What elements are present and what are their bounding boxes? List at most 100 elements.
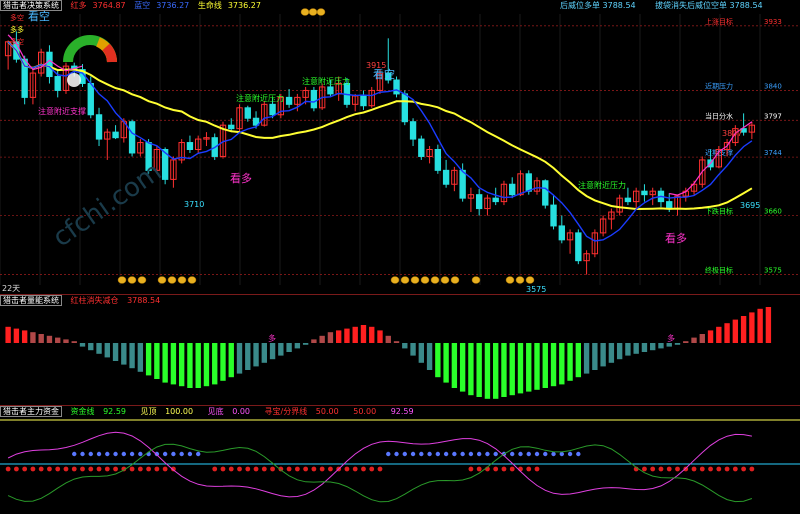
volume-bar <box>732 319 739 343</box>
level-value: 3575 <box>764 267 782 275</box>
volume-bar <box>327 332 334 343</box>
capital-red-dot <box>328 466 333 472</box>
kan-duo-label-right: 看多 <box>665 231 687 245</box>
price-peak: 3915 <box>366 61 386 70</box>
capital-blue-dot <box>419 451 424 457</box>
volume-bar <box>493 343 499 399</box>
capital-red-dot <box>80 466 85 472</box>
capital-red-dot <box>146 466 152 472</box>
capital-red-dot <box>30 466 36 472</box>
legend-3: 多空 <box>10 37 24 46</box>
coin-icon <box>308 8 318 16</box>
volume-bar <box>96 343 102 354</box>
capital-red-dot <box>96 466 102 472</box>
candle-body <box>624 197 632 203</box>
capital-blue-dot <box>493 451 498 457</box>
capital-red-dot <box>716 466 722 472</box>
volume-bar <box>385 335 391 343</box>
capital-red-dot <box>261 466 267 472</box>
capital-red-dot <box>724 466 730 472</box>
capital-red-dot <box>137 466 143 472</box>
capital-panel: 猎击者主力资金 资金线 92.59 见顶 100.00 见底 0.00 寻宝/分… <box>0 406 800 514</box>
capital-red-dot <box>509 466 515 472</box>
coin-icon <box>515 276 525 284</box>
capital-red-dot <box>303 466 309 472</box>
coin-icon <box>117 276 127 284</box>
volume-bar <box>360 325 367 343</box>
capital-red-dot <box>526 466 532 472</box>
candle-body <box>186 142 194 151</box>
coin-icon <box>390 276 400 284</box>
candle-body <box>360 95 367 107</box>
volume-bar <box>426 343 433 370</box>
capital-red-dot <box>38 466 44 472</box>
volume-bar <box>286 343 292 352</box>
capital-red-dot <box>493 466 499 472</box>
coin-icon <box>420 276 430 284</box>
level-value: 3840 <box>764 82 782 90</box>
volume-bar <box>435 343 441 378</box>
capital-blue-dot <box>179 451 184 457</box>
capital-blue-dot <box>394 451 399 457</box>
capital-blue-dot <box>576 451 581 457</box>
volume-bar <box>418 343 425 363</box>
note-3: 注意附近压力 <box>578 180 626 190</box>
candle-body <box>228 124 235 130</box>
volume-bar <box>137 343 144 372</box>
volume-bar <box>220 343 226 381</box>
candle-body <box>575 232 582 262</box>
capital-red-dot <box>245 466 251 472</box>
volume-panel: 猎击者量能系统 红柱消失减仓 3788.54 多 多 <box>0 295 800 405</box>
candle-body <box>285 96 293 105</box>
volume-bars <box>5 307 772 399</box>
capital-red-dot <box>741 466 747 472</box>
candle-body <box>87 82 94 116</box>
capital-blue-dot <box>96 451 102 457</box>
candle-body <box>244 107 251 119</box>
capital-red-dot <box>501 466 507 472</box>
capital-blue-dot <box>551 451 556 457</box>
candle-body <box>525 173 532 192</box>
coin-icon <box>505 276 515 284</box>
volume-bar <box>212 343 218 385</box>
volume-bar <box>749 312 755 343</box>
volume-bar <box>691 337 697 343</box>
capital-blue-dot <box>138 451 143 457</box>
capital-blue-dot <box>410 451 416 457</box>
capital-blue-dot <box>121 451 127 457</box>
volume-bar <box>79 343 86 347</box>
volume-bar <box>278 343 284 356</box>
volume-bar <box>707 330 714 343</box>
capital-blue-dot <box>113 451 118 457</box>
candle-body <box>475 194 483 210</box>
capital-red-dot <box>377 466 383 472</box>
coin-icon <box>167 276 177 284</box>
coin-icon <box>300 8 310 16</box>
capital-red-dot <box>361 466 366 472</box>
volume-bar <box>550 343 557 387</box>
candle-body <box>442 169 450 185</box>
capital-blue-dot <box>460 451 465 457</box>
volume-bar <box>616 343 623 360</box>
price-right-mid: 3695 <box>740 201 760 210</box>
capital-red-dot <box>162 466 168 472</box>
price-low1: 3710 <box>184 200 204 209</box>
capital-red-dot <box>63 466 69 472</box>
level-value: 3744 <box>764 149 782 157</box>
capital-red-dot <box>352 466 358 472</box>
capital-red-dot <box>47 466 52 472</box>
volume-bar <box>476 343 482 397</box>
volume-bar <box>228 343 234 378</box>
volume-bar <box>501 343 507 397</box>
volume-bar <box>38 334 44 343</box>
volume-bar <box>104 343 110 358</box>
volume-bar <box>517 343 524 394</box>
volume-bar <box>724 323 730 343</box>
coin-icon <box>157 276 167 284</box>
capital-blue-dot <box>195 451 201 457</box>
level-value: 3933 <box>764 18 782 26</box>
days-label: 22天 <box>2 284 20 293</box>
volume-bar <box>112 343 119 361</box>
legend-1: 多空 <box>10 13 24 22</box>
capital-red-dot <box>650 466 656 472</box>
